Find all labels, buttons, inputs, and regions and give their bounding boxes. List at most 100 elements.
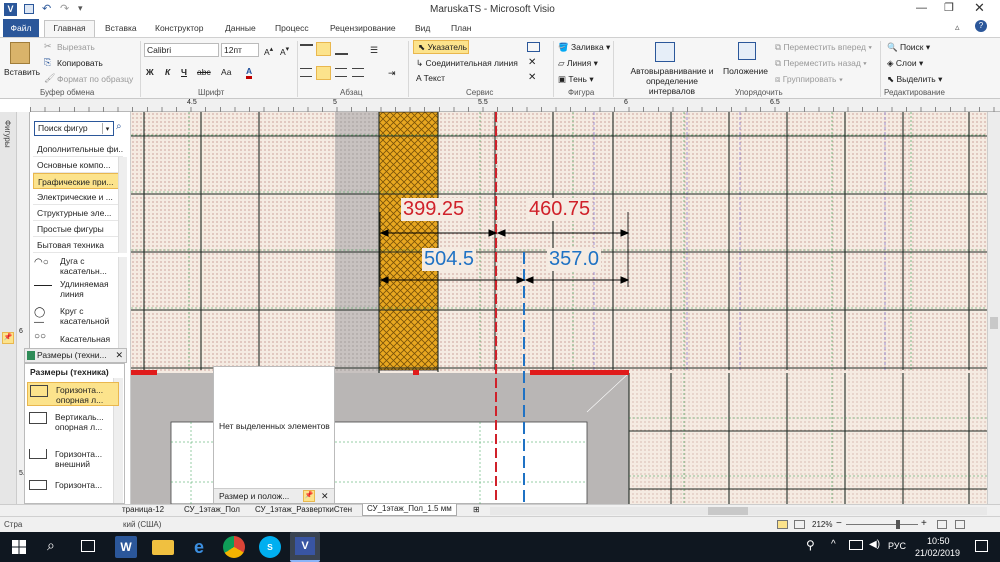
- stencil-item[interactable]: Горизонта...: [27, 478, 119, 492]
- close-icon[interactable]: ✕: [115, 349, 123, 362]
- zoom-slider-thumb[interactable]: [896, 520, 900, 529]
- keyboard-language[interactable]: РУС: [888, 541, 906, 551]
- grey-wall[interactable]: [335, 112, 380, 375]
- dimension-label-1[interactable]: 399.25: [401, 198, 467, 221]
- category-item[interactable]: Простые фигуры: [33, 221, 123, 237]
- task-view-icon[interactable]: [81, 540, 95, 552]
- tab-file[interactable]: Файл: [3, 19, 39, 37]
- shrink-font-icon[interactable]: A▾: [280, 44, 289, 57]
- fit-page-icon[interactable]: [937, 520, 947, 529]
- visio-logo-icon[interactable]: V: [4, 3, 17, 16]
- tab-design[interactable]: Конструктор: [155, 21, 203, 37]
- dimension-label-2[interactable]: 460.75: [527, 198, 593, 221]
- copy-icon[interactable]: ⎘: [44, 57, 51, 68]
- connection-point-icon[interactable]: ✕: [528, 72, 536, 83]
- stencil-item[interactable]: Удлиняемая линия: [32, 279, 124, 303]
- cut-icon[interactable]: ✂: [44, 41, 52, 52]
- word-icon[interactable]: W: [115, 536, 137, 558]
- fullscreen-icon[interactable]: [794, 520, 805, 529]
- copy-button[interactable]: Копировать: [57, 58, 103, 68]
- paste-button[interactable]: Вставить: [4, 67, 40, 77]
- explorer-icon[interactable]: [152, 540, 174, 555]
- format-painter-button[interactable]: Формат по образцу: [57, 74, 133, 84]
- switch-windows-icon[interactable]: [955, 520, 965, 529]
- rectangle-tool-icon[interactable]: [527, 42, 540, 52]
- clock-time[interactable]: 10:50: [927, 536, 950, 546]
- text-tool-button[interactable]: A Текст: [416, 73, 445, 83]
- underline-button[interactable]: Ч: [181, 67, 187, 77]
- tray-chevron-icon[interactable]: ^: [831, 539, 836, 550]
- red-segment[interactable]: [131, 370, 157, 375]
- category-item[interactable]: Бытовая техника: [33, 237, 123, 253]
- align-middle-icon[interactable]: [316, 42, 331, 56]
- tab-plan[interactable]: План: [451, 21, 472, 37]
- people-icon[interactable]: ⚲: [806, 538, 815, 552]
- stencil-item[interactable]: ○○ Касательная: [32, 332, 124, 346]
- bullets-icon[interactable]: ☰: [370, 45, 378, 56]
- layers-button[interactable]: ◈ Слои ▾: [887, 58, 923, 69]
- chrome-icon[interactable]: [223, 536, 245, 558]
- zoom-in-icon[interactable]: +: [921, 518, 927, 529]
- category-item[interactable]: Электрические и ...: [33, 189, 123, 205]
- category-item[interactable]: Основные компо...: [33, 157, 123, 173]
- pin-icon[interactable]: 📌: [303, 490, 315, 502]
- shapes-window-strip[interactable]: Фигуры 📌: [0, 112, 17, 504]
- tab-view[interactable]: Вид: [415, 21, 430, 37]
- shadow-button[interactable]: ▣ Тень ▾: [558, 74, 594, 85]
- auto-align-icon[interactable]: [655, 42, 675, 62]
- position-button[interactable]: Положение: [723, 66, 768, 76]
- horizontal-scrollbar[interactable]: [490, 507, 987, 515]
- grow-font-icon[interactable]: A▴: [264, 44, 273, 57]
- send-backward-button[interactable]: ⧉ Переместить назад ▾: [775, 58, 867, 69]
- stencil-item[interactable]: ◯— Круг с касательной: [32, 306, 124, 330]
- red-segment[interactable]: [413, 370, 419, 375]
- auto-align-button[interactable]: Автовыравнивание и определение интервало…: [622, 66, 722, 96]
- page-tab[interactable]: СУ_1этаж_РазверткиСтен: [255, 505, 352, 514]
- align-center-icon[interactable]: [316, 66, 331, 80]
- font-name-select[interactable]: Calibri: [144, 43, 219, 57]
- search-icon[interactable]: ⌕: [47, 537, 55, 554]
- speaker-icon[interactable]: ◀): [869, 539, 880, 550]
- align-bottom-icon[interactable]: [335, 44, 348, 55]
- scroll-thumb[interactable]: [990, 317, 998, 329]
- pointer-tool-button[interactable]: ⬉ Указатель: [413, 40, 469, 54]
- skype-icon[interactable]: S: [259, 536, 281, 558]
- clock-date[interactable]: 21/02/2019: [915, 548, 960, 558]
- zoom-slider[interactable]: [846, 520, 918, 529]
- bold-button[interactable]: Ж: [146, 67, 154, 77]
- brush-icon[interactable]: 🖌: [44, 73, 55, 84]
- connector-tool-button[interactable]: ↳ Соединительная линия: [416, 58, 518, 69]
- font-color-button[interactable]: А: [246, 66, 253, 79]
- dimension-label-4[interactable]: 357.0: [547, 248, 602, 271]
- change-case-button[interactable]: Аа: [221, 67, 232, 77]
- help-icon[interactable]: ?: [975, 20, 987, 32]
- collapse-ribbon-icon[interactable]: ▵: [955, 22, 960, 33]
- bring-forward-button[interactable]: ⧉ Переместить вперед ▾: [775, 42, 872, 53]
- align-left-icon[interactable]: [300, 68, 312, 77]
- indent-icon[interactable]: ⇥: [388, 68, 396, 79]
- tab-insert[interactable]: Вставка: [105, 21, 137, 37]
- chevron-down-icon[interactable]: ▾: [102, 123, 112, 134]
- restore-icon[interactable]: ❐: [944, 1, 954, 14]
- paste-icon[interactable]: [10, 42, 30, 64]
- save-icon[interactable]: [24, 4, 34, 14]
- fill-button[interactable]: 🪣 Заливка ▾: [558, 42, 610, 53]
- font-size-select[interactable]: 12пт: [221, 43, 259, 57]
- close-tool-icon[interactable]: ✕: [528, 57, 536, 68]
- align-right-icon[interactable]: [335, 68, 347, 77]
- close-icon[interactable]: ✕: [974, 0, 985, 16]
- align-top-icon[interactable]: [300, 44, 313, 55]
- tab-review[interactable]: Рецензирование: [330, 21, 396, 37]
- category-item-selected[interactable]: Графические при...: [33, 173, 123, 189]
- search-icon[interactable]: ⌕: [116, 121, 122, 132]
- zoom-level[interactable]: 212%: [812, 520, 832, 529]
- category-item[interactable]: Дополнительные фи...: [33, 141, 123, 157]
- group-button[interactable]: ⧈ Группировать ▾: [775, 74, 843, 85]
- tab-data[interactable]: Данные: [225, 21, 256, 37]
- justify-icon[interactable]: [352, 68, 364, 77]
- category-scrollbar[interactable]: [118, 157, 127, 253]
- tab-home[interactable]: Главная: [44, 20, 95, 37]
- network-icon[interactable]: [849, 540, 863, 550]
- visio-icon[interactable]: V: [290, 532, 320, 562]
- edge-icon[interactable]: e: [188, 536, 210, 558]
